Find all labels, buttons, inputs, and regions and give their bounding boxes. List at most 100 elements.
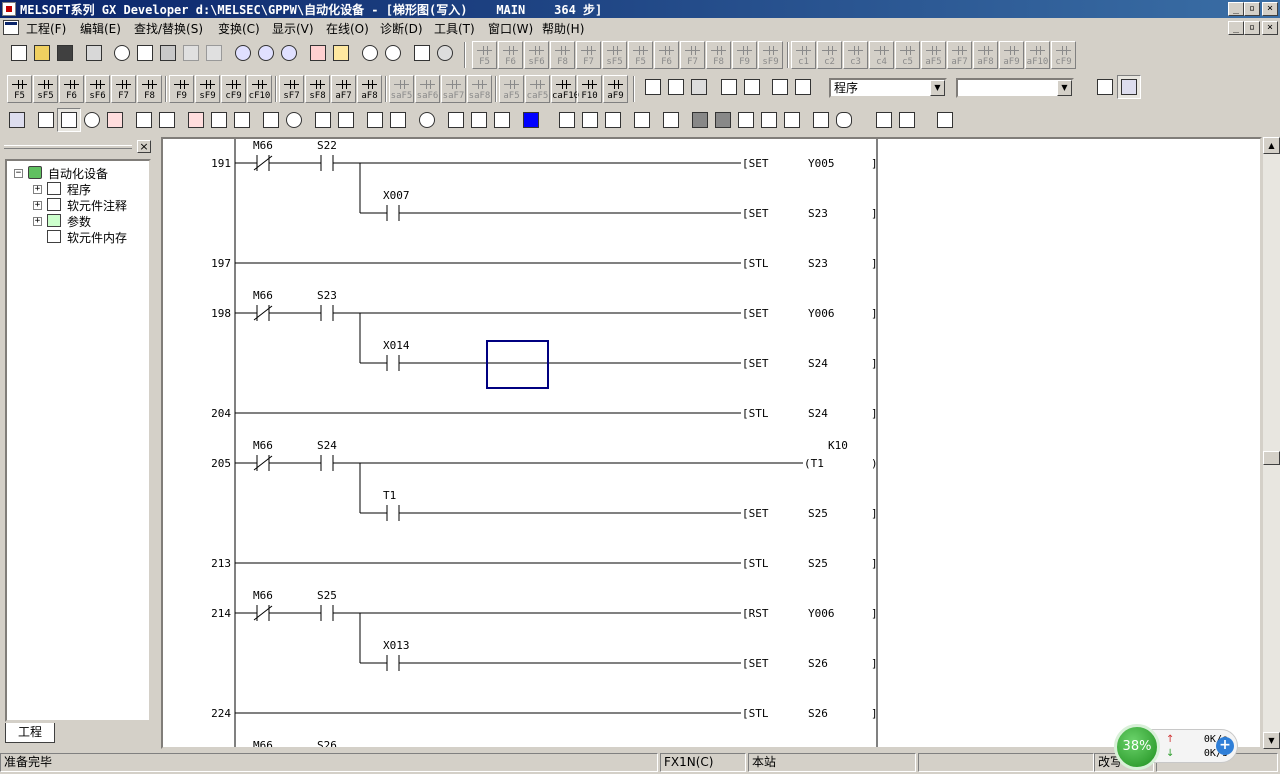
scroll-up-icon[interactable]: ▲ bbox=[1263, 137, 1280, 154]
document-icon[interactable] bbox=[3, 20, 19, 35]
chevron-down-icon[interactable]: ▼ bbox=[1057, 80, 1072, 96]
restore-icon[interactable]: ▫ bbox=[1244, 2, 1260, 16]
falling-pulse-button[interactable]: sF8 bbox=[305, 75, 330, 103]
device-batch-icon[interactable] bbox=[410, 41, 434, 65]
align-2-icon[interactable] bbox=[467, 108, 491, 132]
note-icon[interactable] bbox=[80, 108, 104, 132]
tool-key-2[interactable]: F6 bbox=[498, 41, 523, 69]
zoom-icon[interactable] bbox=[132, 108, 156, 132]
menu-diagnostics[interactable]: 诊断(D) bbox=[380, 20, 423, 37]
comment-icon[interactable] bbox=[34, 108, 58, 132]
options-icon[interactable] bbox=[895, 108, 919, 132]
statement-icon[interactable] bbox=[57, 108, 81, 132]
tool-key-12[interactable]: sF9 bbox=[758, 41, 783, 69]
tree-root[interactable]: 自动化设备 bbox=[48, 165, 108, 182]
collapse-icon[interactable]: − bbox=[14, 169, 23, 178]
cut-icon[interactable] bbox=[110, 41, 134, 65]
tools-icon[interactable] bbox=[872, 108, 896, 132]
add-icon[interactable]: + bbox=[1216, 737, 1234, 755]
tool-key-20[interactable]: aF8 bbox=[973, 41, 998, 69]
key-af5-button[interactable]: aF5 bbox=[499, 75, 524, 103]
menu-view[interactable]: 显示(V) bbox=[272, 20, 314, 37]
tool-key-15[interactable]: c3 bbox=[843, 41, 868, 69]
step-icon[interactable] bbox=[334, 108, 358, 132]
network-speed-widget[interactable]: 38% ↑ 0K/s ↓ 0K/s + bbox=[1114, 724, 1240, 770]
menu-convert[interactable]: 变换(C) bbox=[218, 20, 260, 37]
key-saf7-button[interactable]: saF7 bbox=[441, 75, 466, 103]
tree-item-program[interactable]: 程序 bbox=[67, 181, 91, 198]
diagnostics-icon[interactable] bbox=[415, 108, 439, 132]
panel-grip[interactable] bbox=[4, 145, 132, 149]
monitor-icon[interactable] bbox=[358, 41, 382, 65]
application-instruction-button[interactable]: F8 bbox=[137, 75, 162, 103]
tab-project[interactable]: 工程 bbox=[5, 723, 55, 743]
line-input-button[interactable]: F10 bbox=[577, 75, 602, 103]
close-icon[interactable]: × bbox=[137, 140, 151, 153]
tool-key-19[interactable]: aF7 bbox=[947, 41, 972, 69]
tool-key-21[interactable]: aF9 bbox=[999, 41, 1024, 69]
operation-result-invert-button[interactable]: caF10 bbox=[551, 75, 579, 103]
scroll-thumb[interactable] bbox=[1263, 451, 1280, 465]
chart-2-icon[interactable] bbox=[757, 108, 781, 132]
doc-close-icon[interactable]: × bbox=[1262, 21, 1278, 35]
tool-key-7[interactable]: F5 bbox=[628, 41, 653, 69]
open-contact-button[interactable]: F5 bbox=[7, 75, 32, 103]
tool-key-1[interactable]: F5 bbox=[472, 41, 497, 69]
tool-key-9[interactable]: F7 bbox=[680, 41, 705, 69]
tree-item-parameter[interactable]: 参数 bbox=[67, 213, 91, 230]
parallel-open-contact-button[interactable]: sF5 bbox=[33, 75, 58, 103]
help-book-icon[interactable] bbox=[933, 108, 957, 132]
window-cascade-icon[interactable] bbox=[386, 108, 410, 132]
print-icon[interactable] bbox=[82, 41, 106, 65]
parameter-icon[interactable] bbox=[5, 108, 29, 132]
align-3-icon[interactable] bbox=[490, 108, 514, 132]
delete-horizontal-button[interactable]: cF9 bbox=[221, 75, 246, 103]
layout-icon[interactable] bbox=[155, 108, 179, 132]
tool-key-11[interactable]: F9 bbox=[732, 41, 757, 69]
find-down-icon[interactable] bbox=[630, 108, 654, 132]
sfc-icon[interactable] bbox=[311, 108, 335, 132]
new-file-icon[interactable] bbox=[7, 41, 31, 65]
transfer-icon[interactable] bbox=[791, 75, 815, 99]
hand-icon[interactable] bbox=[832, 108, 856, 132]
device-search-icon[interactable] bbox=[231, 41, 255, 65]
menu-help[interactable]: 帮助(H) bbox=[542, 20, 584, 37]
program-name-select[interactable]: ▼ bbox=[956, 78, 1074, 98]
expand-icon[interactable]: + bbox=[33, 185, 42, 194]
key-saf6-button[interactable]: saF6 bbox=[415, 75, 440, 103]
chevron-down-icon[interactable]: ▼ bbox=[930, 80, 945, 96]
chart-icon[interactable] bbox=[734, 108, 758, 132]
block-icon[interactable] bbox=[688, 108, 712, 132]
undo-icon[interactable] bbox=[179, 41, 203, 65]
sort-icon[interactable] bbox=[717, 75, 741, 99]
tool-key-10[interactable]: F8 bbox=[706, 41, 731, 69]
tree-item-device-comment[interactable]: 软元件注释 bbox=[67, 197, 127, 214]
menu-edit[interactable]: 编辑(E) bbox=[80, 20, 121, 37]
find-device-icon[interactable] bbox=[578, 108, 602, 132]
chart-3-icon[interactable] bbox=[780, 108, 804, 132]
scroll-down-icon[interactable]: ▼ bbox=[1263, 732, 1280, 749]
parallel-falling-pulse-button[interactable]: aF8 bbox=[357, 75, 382, 103]
line-delete-button[interactable]: aF9 bbox=[603, 75, 628, 103]
key-saf8-button[interactable]: saF8 bbox=[467, 75, 492, 103]
alias-icon[interactable] bbox=[103, 108, 127, 132]
doc-restore-icon[interactable]: ▫ bbox=[1244, 21, 1260, 35]
error-check-icon[interactable] bbox=[687, 75, 711, 99]
write-mode-icon[interactable] bbox=[184, 108, 208, 132]
tool-key-23[interactable]: cF9 bbox=[1051, 41, 1076, 69]
tool-key-3[interactable]: sF6 bbox=[524, 41, 549, 69]
document-list-icon[interactable] bbox=[809, 108, 833, 132]
find-up-icon[interactable] bbox=[601, 108, 625, 132]
expand-icon[interactable]: + bbox=[33, 201, 42, 210]
rising-pulse-button[interactable]: sF7 bbox=[279, 75, 304, 103]
vertical-scrollbar[interactable]: ▲ ▼ bbox=[1263, 137, 1280, 749]
list-view-icon[interactable] bbox=[1117, 75, 1141, 99]
delete-vertical-button[interactable]: cF10 bbox=[247, 75, 272, 103]
tool-key-22[interactable]: aF10 bbox=[1025, 41, 1050, 69]
closed-contact-button[interactable]: F6 bbox=[59, 75, 84, 103]
write-plc-icon[interactable] bbox=[306, 41, 330, 65]
save-icon[interactable] bbox=[53, 41, 77, 65]
key-caf5-button[interactable]: caF5 bbox=[525, 75, 550, 103]
app-icon[interactable] bbox=[2, 2, 16, 16]
tool-key-8[interactable]: F6 bbox=[654, 41, 679, 69]
